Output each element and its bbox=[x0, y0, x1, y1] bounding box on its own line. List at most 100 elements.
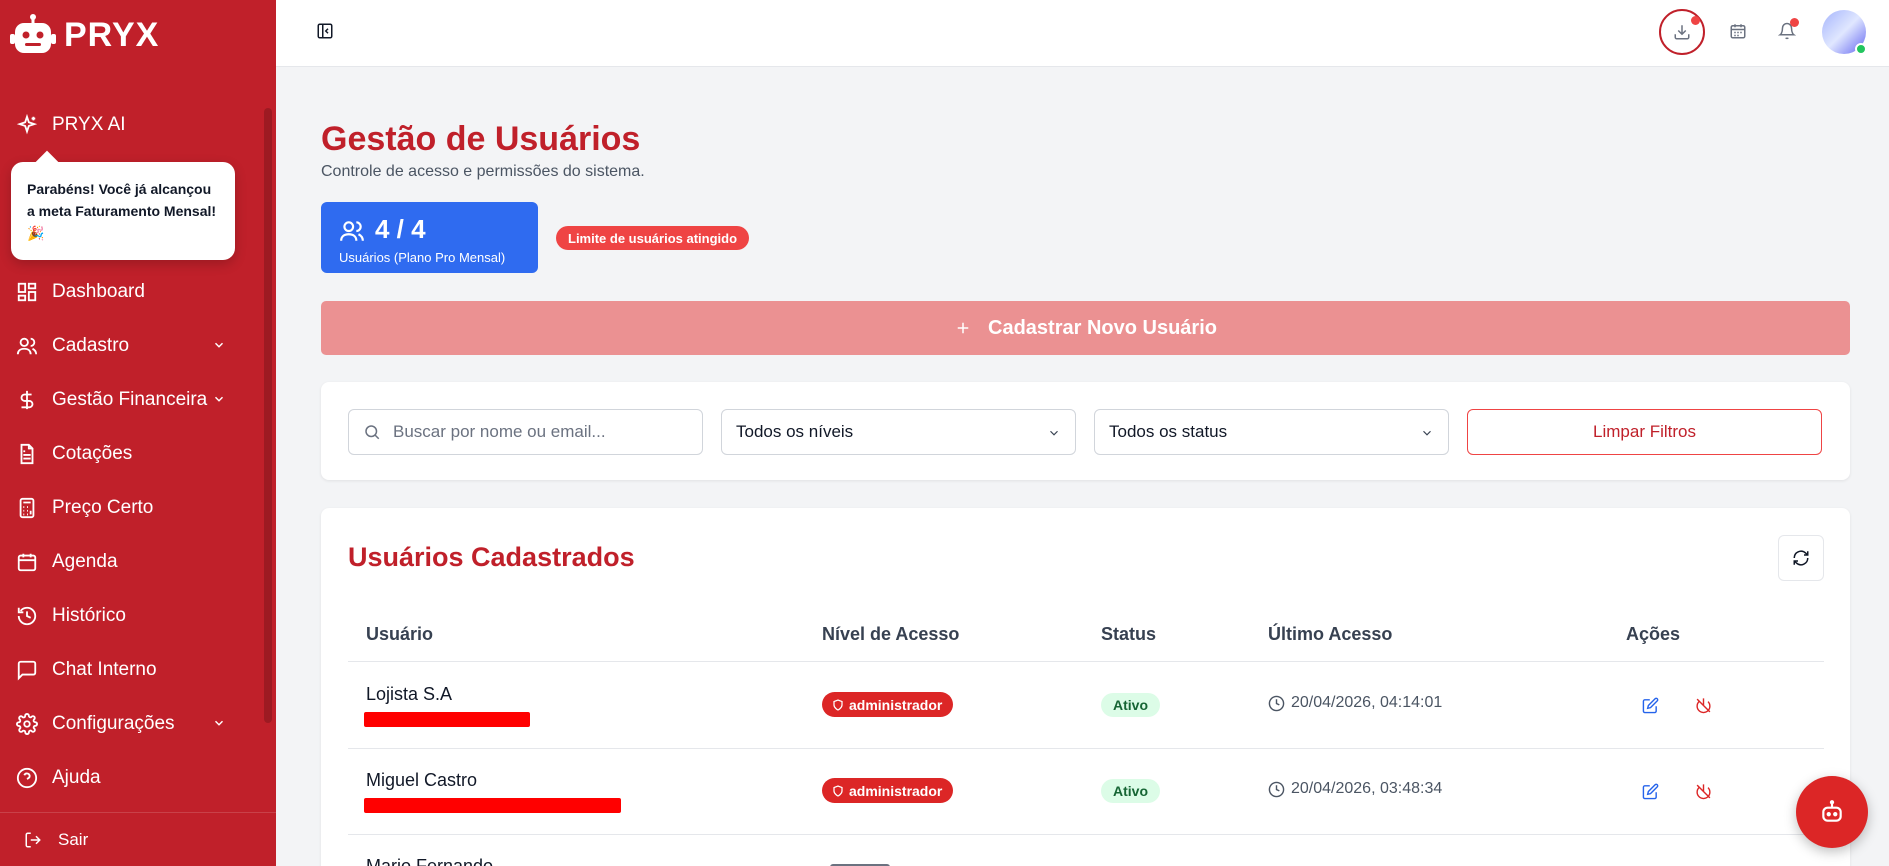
download-button[interactable] bbox=[1659, 9, 1705, 55]
refresh-button[interactable] bbox=[1778, 535, 1824, 581]
sidebar-item-label: Preço Certo bbox=[52, 497, 154, 518]
last-access: 20/04/2026, 04:14:01 bbox=[1268, 694, 1442, 712]
column-header-last-access[interactable]: Último Acesso bbox=[1268, 624, 1392, 645]
download-icon bbox=[1674, 25, 1690, 40]
chat-icon bbox=[16, 659, 38, 681]
chevron-down-icon bbox=[214, 720, 224, 726]
column-header-access-level[interactable]: Nível de Acesso bbox=[822, 624, 959, 645]
users-section-title: Usuários Cadastrados bbox=[348, 542, 635, 572]
file-text-icon bbox=[16, 443, 38, 465]
clock-icon bbox=[1268, 695, 1285, 711]
search-input[interactable] bbox=[393, 422, 683, 442]
plus-icon bbox=[957, 322, 969, 334]
page-subtitle: Controle de acesso e permissões do siste… bbox=[321, 163, 645, 180]
chevron-down-icon bbox=[214, 342, 224, 348]
user-name: Miguel Castro bbox=[366, 770, 478, 790]
column-header-status[interactable]: Status bbox=[1101, 624, 1156, 645]
notification-dot bbox=[1790, 18, 1799, 27]
user-usage-card: 4 / 4 Usuários (Plano Pro Mensal) bbox=[321, 202, 538, 273]
chevron-down-icon bbox=[214, 396, 224, 402]
logout-icon bbox=[25, 832, 41, 847]
sidebar-item-label: Configurações bbox=[52, 713, 175, 734]
calendar-button[interactable] bbox=[1729, 22, 1747, 45]
level-select[interactable]: Todos os níveis bbox=[721, 409, 1076, 455]
limit-reached-badge: Limite de usuários atingido bbox=[556, 226, 750, 250]
top-bar bbox=[276, 0, 1889, 67]
clear-filters-button[interactable]: Limpar Filtros bbox=[1467, 409, 1822, 455]
robot-logo-icon bbox=[10, 14, 56, 53]
sidebar-item-historico[interactable]: Histórico bbox=[0, 596, 248, 636]
sparkles-icon bbox=[16, 114, 38, 136]
status-badge: Ativo bbox=[1101, 779, 1160, 803]
logout-button[interactable]: Sair bbox=[0, 812, 276, 866]
add-user-button[interactable]: Cadastrar Novo Usuário bbox=[321, 301, 1850, 355]
status-badge: Ativo bbox=[1101, 693, 1160, 717]
page-title: Gestão de Usuários bbox=[321, 120, 641, 158]
sidebar-item-pryx-ai[interactable]: PRYX AI bbox=[0, 105, 248, 145]
sidebar-item-agenda[interactable]: Agenda bbox=[0, 542, 248, 582]
brand-name: PRYX bbox=[64, 15, 160, 54]
deactivate-button[interactable] bbox=[1691, 693, 1715, 717]
achievement-toast: Parabéns! Você já alcançou a meta Fatura… bbox=[11, 162, 235, 260]
history-icon bbox=[16, 605, 38, 627]
brand-logo[interactable]: PRYX bbox=[10, 14, 159, 56]
table-divider bbox=[348, 661, 1824, 662]
table-divider bbox=[348, 834, 1824, 835]
sidebar-item-label: Histórico bbox=[52, 605, 126, 626]
sidebar-item-ajuda[interactable]: Ajuda bbox=[0, 758, 248, 798]
calendar-icon bbox=[1730, 24, 1746, 39]
sidebar-item-gestao-financeira[interactable]: Gestão Financeira bbox=[0, 380, 248, 420]
dollar-icon bbox=[16, 389, 38, 411]
calculator-icon bbox=[16, 497, 38, 519]
users-icon bbox=[340, 221, 364, 241]
shield-icon bbox=[833, 698, 843, 711]
role-badge: administrador bbox=[822, 692, 954, 717]
search-box[interactable] bbox=[348, 409, 703, 455]
sidebar-item-label: Cotações bbox=[52, 443, 133, 464]
sidebar-item-cadastro[interactable]: Cadastro bbox=[0, 326, 248, 366]
sidebar: PRYX PRYX AI Parabéns! Você já alcançou … bbox=[0, 0, 276, 866]
edit-button[interactable] bbox=[1638, 779, 1662, 803]
robot-icon bbox=[1822, 800, 1842, 822]
column-header-actions: Ações bbox=[1626, 624, 1681, 644]
calendar-icon bbox=[16, 551, 38, 573]
redacted-email bbox=[364, 712, 530, 727]
sidebar-scrollbar[interactable] bbox=[264, 108, 272, 723]
chevron-down-icon bbox=[1423, 430, 1431, 436]
sidebar-item-label: Agenda bbox=[52, 551, 118, 572]
assistant-fab[interactable] bbox=[1796, 776, 1868, 848]
sidebar-item-preco-certo[interactable]: Preço Certo bbox=[0, 488, 248, 528]
gear-icon bbox=[16, 713, 38, 735]
column-header-user[interactable]: Usuário bbox=[366, 624, 433, 645]
sidebar-item-dashboard[interactable]: Dashboard bbox=[0, 272, 248, 312]
online-indicator bbox=[1855, 43, 1867, 55]
sidebar-item-label: Cadastro bbox=[52, 335, 130, 356]
sidebar-toggle-button[interactable] bbox=[316, 22, 334, 40]
notification-dot bbox=[1691, 16, 1700, 25]
help-icon bbox=[16, 767, 38, 789]
sidebar-item-cotacoes[interactable]: Cotações bbox=[0, 434, 248, 474]
add-user-label: Cadastrar Novo Usuário bbox=[988, 316, 1217, 339]
last-access-value: 20/04/2026, 04:14:01 bbox=[1291, 694, 1443, 711]
power-off-icon bbox=[1695, 783, 1711, 799]
edit-button[interactable] bbox=[1638, 693, 1662, 717]
sidebar-item-label: PRYX AI bbox=[52, 114, 126, 135]
role-label: administrador bbox=[849, 696, 943, 713]
deactivate-button[interactable] bbox=[1691, 779, 1715, 803]
toast-text: Parabéns! Você já alcançou a meta Fatura… bbox=[27, 181, 217, 241]
sidebar-item-chat-interno[interactable]: Chat Interno bbox=[0, 650, 248, 690]
dashboard-icon bbox=[16, 281, 38, 303]
last-access: 20/04/2026, 03:48:34 bbox=[1268, 780, 1442, 798]
edit-icon bbox=[1642, 697, 1658, 713]
shield-icon bbox=[833, 784, 843, 797]
sidebar-item-label: Dashboard bbox=[52, 281, 145, 302]
user-usage-label: Usuários (Plano Pro Mensal) bbox=[339, 250, 506, 265]
sidebar-toggle-icon bbox=[317, 23, 333, 39]
users-icon bbox=[16, 335, 38, 357]
notifications-button[interactable] bbox=[1777, 18, 1799, 42]
filters-card: Todos os níveis Todos os status Limpar F… bbox=[321, 382, 1850, 480]
refresh-icon bbox=[1793, 550, 1809, 566]
sidebar-item-configuracoes[interactable]: Configurações bbox=[0, 704, 248, 744]
status-select[interactable]: Todos os status bbox=[1094, 409, 1449, 455]
edit-icon bbox=[1642, 783, 1658, 799]
